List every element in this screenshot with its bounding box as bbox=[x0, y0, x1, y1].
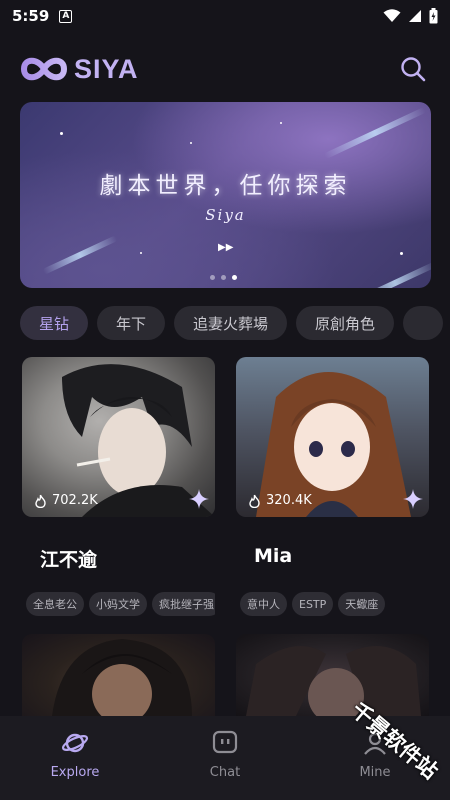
star bbox=[60, 132, 63, 135]
category-chip-more[interactable] bbox=[403, 306, 444, 340]
portrait-illustration bbox=[52, 639, 192, 716]
nav-label: Explore bbox=[50, 765, 100, 780]
character-tags: 意中人 ESTP 天蠍座 bbox=[240, 592, 429, 616]
pagination-dot[interactable] bbox=[221, 275, 226, 280]
character-card[interactable]: 702.2K 江不逾 全息老公 小妈文学 疯批继子强 bbox=[22, 357, 215, 627]
character-name: 江不逾 bbox=[40, 549, 98, 571]
signal-icon bbox=[409, 10, 421, 22]
flame-icon bbox=[249, 494, 260, 508]
promo-banner[interactable]: 劇本世界，任你探索 Siya ▶▶ bbox=[20, 102, 431, 288]
banner-arrow: ▶▶ bbox=[218, 242, 234, 253]
tag[interactable]: ESTP bbox=[292, 592, 334, 616]
pagination-dot-active[interactable] bbox=[232, 275, 237, 280]
category-tabs: 星钻 年下 追妻火葬場 原創角色 bbox=[20, 306, 450, 340]
planet-icon bbox=[61, 733, 89, 753]
app-header: SIYA bbox=[0, 46, 450, 92]
category-chip-zhuiqi[interactable]: 追妻火葬場 bbox=[174, 306, 288, 340]
light-streak bbox=[42, 235, 118, 275]
search-icon bbox=[401, 57, 426, 82]
category-chip-yuanchuang[interactable]: 原創角色 bbox=[296, 306, 395, 340]
flame-icon bbox=[35, 494, 46, 508]
siya-logo: SIYA bbox=[20, 54, 139, 85]
character-portrait: 320.4K bbox=[236, 357, 429, 517]
nav-label: Chat bbox=[209, 765, 241, 780]
sparkle-icon bbox=[403, 489, 423, 509]
status-time: 5:59 bbox=[12, 7, 50, 25]
likes-value: 320.4K bbox=[266, 493, 312, 508]
status-icons bbox=[383, 8, 438, 24]
wifi-icon bbox=[383, 9, 401, 22]
star bbox=[140, 252, 142, 254]
nav-chat[interactable]: Chat bbox=[150, 716, 300, 800]
character-tags: 全息老公 小妈文学 疯批继子强 bbox=[26, 592, 215, 616]
battery-icon bbox=[429, 8, 438, 24]
infinity-logo-icon bbox=[20, 57, 68, 81]
banner-pagination bbox=[210, 275, 237, 280]
character-card[interactable]: 320.4K Mia 意中人 ESTP 天蠍座 bbox=[236, 357, 429, 627]
light-streak bbox=[352, 261, 431, 288]
tag[interactable]: 疯批继子强 bbox=[152, 592, 215, 616]
light-streak bbox=[323, 107, 427, 159]
chat-icon bbox=[212, 730, 238, 754]
tag[interactable]: 天蠍座 bbox=[338, 592, 386, 616]
likes-value: 702.2K bbox=[52, 493, 98, 508]
star bbox=[190, 142, 192, 144]
character-card-preview[interactable] bbox=[22, 634, 215, 716]
pagination-dot[interactable] bbox=[210, 275, 215, 280]
tag[interactable]: 全息老公 bbox=[26, 592, 84, 616]
category-chip-nianxia[interactable]: 年下 bbox=[97, 306, 166, 340]
category-chip-xingzuan[interactable]: 星钻 bbox=[20, 306, 89, 340]
star bbox=[400, 252, 403, 255]
tag[interactable]: 意中人 bbox=[240, 592, 287, 616]
likes-count: 320.4K bbox=[248, 493, 312, 508]
character-portrait: 702.2K bbox=[22, 357, 215, 517]
banner-subtitle: Siya bbox=[205, 206, 246, 224]
sparkle-icon bbox=[189, 489, 209, 509]
tag[interactable]: 小妈文学 bbox=[89, 592, 147, 616]
star bbox=[280, 122, 282, 124]
likes-count: 702.2K bbox=[34, 493, 98, 508]
banner-title: 劇本世界，任你探索 bbox=[99, 173, 352, 199]
status-bar: 5:59 A bbox=[0, 0, 450, 32]
notification-a-icon: A bbox=[59, 9, 73, 23]
search-button[interactable] bbox=[396, 52, 430, 86]
character-name: Mia bbox=[254, 545, 293, 567]
nav-explore[interactable]: Explore bbox=[0, 716, 150, 800]
app-name: SIYA bbox=[74, 53, 139, 84]
